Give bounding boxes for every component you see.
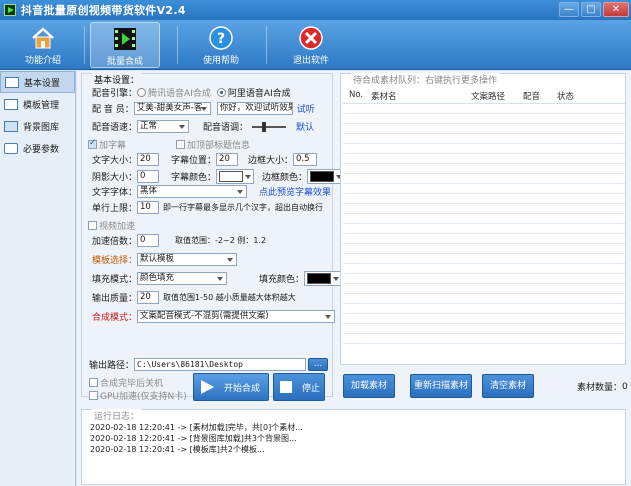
basic-settings-group: 基本设置： 配音引擎： 腾讯语音AI合成 阿里语音AI合成 配 音 员： 艾美-… — [81, 73, 346, 397]
clear-materials-button[interactable]: 清空素材 — [482, 374, 534, 398]
rescan-materials-button[interactable]: 重新扫描素材 — [410, 374, 472, 398]
gpu-acceleration-checkbox[interactable] — [89, 391, 98, 400]
material-queue-panel: 待合成素材队列：右键执行更多操作 No. 素材名 文案路径 配音 状态 — [340, 73, 626, 365]
column-header[interactable]: 文案路径 — [471, 90, 523, 103]
toolbar-batch-compose-button[interactable]: 批量合成 — [90, 22, 160, 68]
pitch-slider-knob[interactable] — [262, 121, 267, 132]
sidebar-item-templates[interactable]: 模板管理 — [0, 93, 75, 115]
voice-select[interactable]: 艾美-甜美女声-客 — [133, 102, 211, 115]
sidebar-item-basic-settings[interactable]: 基本设置 — [0, 71, 75, 93]
settings-legend: 基本设置： — [92, 73, 142, 86]
subtitle-color-picker[interactable] — [216, 169, 255, 184]
close-button[interactable]: ✕ — [603, 2, 629, 17]
line-limit-input[interactable]: 10 — [137, 201, 160, 214]
quality-input[interactable]: 20 — [137, 291, 160, 304]
shadow-size-input[interactable]: 0 — [137, 170, 160, 183]
compose-mode-select[interactable]: 文案配音模式-不混剪(需提供文案) — [137, 310, 336, 323]
log-line: 2020-02-18 12:20:41 -> [模板库]共2个模板... — [90, 445, 265, 454]
play-icon — [201, 380, 214, 394]
output-path-input[interactable]: C:\Users\86181\Desktop — [134, 358, 307, 371]
settings-panel-icon — [5, 76, 19, 88]
sidebar-item-backgrounds[interactable]: 背景图库 — [0, 115, 75, 137]
load-materials-button[interactable]: 加载素材 — [343, 374, 395, 398]
parameters-icon — [4, 142, 18, 154]
pitch-slider[interactable] — [252, 121, 287, 132]
log-legend: 运行日志： — [92, 409, 142, 422]
fill-color-picker[interactable] — [304, 271, 343, 286]
sidebar: 基本设置 模板管理 背景图库 必要参数 — [0, 71, 76, 486]
toolbar-home-button[interactable]: 功能介绍 — [8, 22, 78, 68]
column-header[interactable]: No. — [343, 90, 371, 103]
engine-tencent-radio[interactable] — [137, 88, 147, 97]
app-logo-icon — [4, 4, 16, 16]
svg-text:?: ? — [217, 31, 225, 47]
column-header[interactable]: 状态 — [557, 90, 597, 103]
template-select[interactable]: 默认模板 — [137, 253, 238, 266]
start-compose-button[interactable]: 开始合成 — [193, 373, 269, 401]
column-header[interactable]: 素材名 — [371, 90, 471, 103]
column-header[interactable]: 配音 — [523, 90, 557, 103]
log-line: 2020-02-18 12:20:41 -> [素材加载]完毕，共[0]个素材.… — [90, 423, 303, 432]
pitch-default-link[interactable]: 默认 — [296, 120, 314, 133]
border-color-swatch — [310, 171, 335, 182]
shutdown-after-checkbox[interactable] — [89, 378, 98, 387]
window-title: 抖音批量原创视频带货软件V2.4 — [21, 4, 186, 17]
subtitle-position-input[interactable]: 20 — [216, 153, 239, 166]
run-log-panel: 运行日志： 2020-02-18 12:20:41 -> [素材加载]完毕，共[… — [81, 409, 626, 485]
subtitle-checkbox[interactable] — [88, 138, 97, 149]
border-size-input[interactable]: 0.5 — [293, 153, 318, 166]
fill-mode-select[interactable]: 颜色填充 — [137, 272, 228, 285]
film-play-icon — [112, 26, 138, 52]
stop-icon — [280, 381, 292, 393]
subtitle-color-swatch — [219, 171, 244, 182]
main-panel: 基本设置： 配音引擎： 腾讯语音AI合成 阿里语音AI合成 配 音 员： 艾美-… — [77, 71, 631, 486]
title-bar: 抖音批量原创视频带货软件V2.4 — □ ✕ — [0, 0, 631, 20]
sidebar-item-parameters[interactable]: 必要参数 — [0, 137, 75, 159]
toolbar-help-button[interactable]: ? 使用帮助 — [186, 22, 256, 68]
minimize-button[interactable]: — — [559, 2, 579, 17]
log-line: 2020-02-18 12:20:41 -> [背景图库加载]共3个背景图... — [90, 434, 297, 443]
exit-icon — [298, 25, 324, 51]
fill-color-swatch — [307, 273, 332, 284]
font-select[interactable]: 黑体 — [137, 185, 248, 198]
image-library-icon — [4, 120, 18, 132]
material-count: 0 — [622, 381, 628, 392]
video-speedup-checkbox[interactable] — [88, 221, 97, 230]
help-icon: ? — [208, 25, 234, 51]
toolbar-exit-button[interactable]: 退出软件 — [276, 22, 346, 68]
font-size-input[interactable]: 20 — [137, 153, 160, 166]
queue-legend: 待合成素材队列：右键执行更多操作 — [351, 73, 500, 86]
speed-select[interactable]: 正常 — [137, 120, 190, 133]
preview-subtitle-link[interactable]: 点此预览字幕效果 — [259, 185, 331, 198]
speed-multiplier-input[interactable]: 0 — [137, 234, 160, 247]
engine-ali-radio[interactable] — [216, 88, 226, 97]
stop-button[interactable]: 停止 — [273, 373, 325, 401]
queue-table-body[interactable] — [343, 104, 625, 344]
queue-table-header: No. 素材名 文案路径 配音 状态 — [343, 90, 625, 104]
preview-text-input[interactable]: 你好，欢迎试听效果! — [216, 102, 293, 115]
top-title-checkbox[interactable] — [176, 140, 186, 149]
try-listen-link[interactable]: 试听 — [297, 102, 315, 115]
toolbar: 功能介绍 批量合成 ? 使用帮助 退出软件 — [0, 20, 631, 70]
home-icon — [30, 25, 56, 51]
template-icon — [4, 98, 18, 110]
browse-path-button[interactable]: ... — [308, 358, 329, 371]
maximize-button[interactable]: □ — [581, 2, 601, 17]
